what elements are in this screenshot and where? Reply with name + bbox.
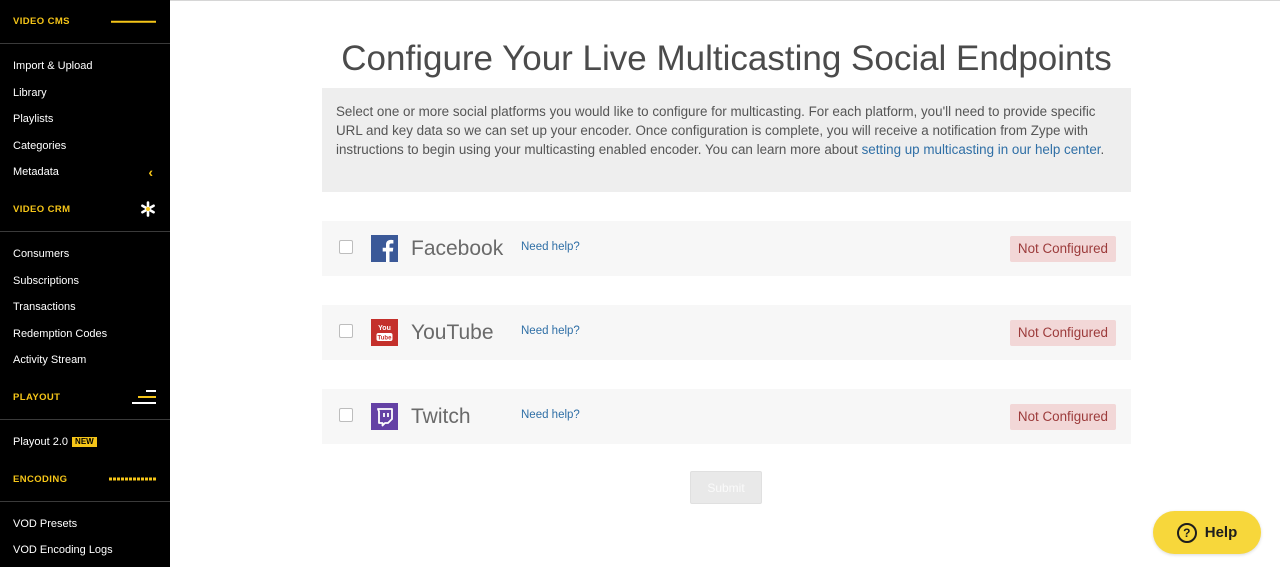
main-content: Configure Your Live Multicasting Social … [170,0,1280,567]
section-title: VIDEO CMS [13,16,70,27]
sidebar-item-vod-encoding-logs[interactable]: VOD Encoding Logs [0,537,170,564]
playout-lines-icon [132,388,156,406]
sidebar-item-import-upload[interactable]: Import & Upload [0,53,170,80]
chevron-left-icon[interactable]: ‹ [148,159,153,186]
sidebar-item-label: Playlists [13,113,54,126]
sidebar-item-activity-stream[interactable]: Activity Stream [0,347,170,374]
platform-name: Facebook [411,237,504,260]
twitch-checkbox[interactable] [339,408,353,422]
platform-name: Twitch [411,405,471,428]
need-help-link[interactable]: Need help? [521,325,580,337]
nav-list-playout: Playout 2.0 NEW [0,420,170,458]
help-center-link[interactable]: setting up multicasting in our help cent… [862,142,1101,157]
help-label: Help [1204,524,1238,541]
help-button[interactable]: ? Help [1153,511,1261,554]
submit-button[interactable]: Submit [690,471,762,504]
sidebar-item-subscriptions[interactable]: Subscriptions [0,268,170,295]
sidebar-item-label: Categories [13,139,67,152]
section-title: ENCODING [13,473,68,485]
sidebar-item-playlists[interactable]: Playlists [0,106,170,133]
sidebar-item-label: Playout 2.0 [13,435,69,448]
grid-icon [109,477,156,481]
section-title: VIDEO CRM [13,203,71,215]
youtube-checkbox[interactable] [339,324,353,338]
sidebar-item-consumers[interactable]: Consumers [0,241,170,268]
sidebar-item-label: Library [13,86,47,99]
sidebar: VIDEO CMS Import & Upload Library Playli… [0,0,170,567]
section-header-video-cms: VIDEO CMS [0,0,170,44]
hamburger-menu-icon[interactable] [111,18,156,25]
sidebar-item-vod-presets[interactable]: VOD Presets [0,511,170,538]
need-help-link[interactable]: Need help? [521,241,580,253]
sidebar-item-label: Metadata [13,166,59,179]
nav-list-encoding: VOD Presets VOD Encoding Logs [0,502,170,566]
sidebar-item-categories[interactable]: Categories [0,133,170,160]
twitch-icon [371,403,398,430]
nav-list-video-crm: Consumers Subscriptions Transactions Red… [0,232,170,376]
sidebar-item-label: Transactions [13,301,76,314]
question-circle-icon: ? [1176,522,1197,543]
sidebar-item-label: Activity Stream [13,354,87,367]
platform-row-youtube: You Tube YouTube Need help? Not Configur… [322,305,1131,360]
svg-text:You: You [378,325,391,332]
youtube-icon: You Tube [371,319,398,346]
section-header-video-crm: VIDEO CRM [0,188,170,232]
status-badge: Not Configured [1009,404,1116,430]
platform-name: YouTube [411,321,494,344]
status-badge: Not Configured [1009,236,1116,262]
sidebar-item-metadata[interactable]: Metadata ‹ [0,159,170,186]
platform-row-facebook: Facebook Need help? Not Configured [322,221,1131,276]
asterisk-icon [140,201,156,218]
new-badge: NEW [72,436,97,447]
intro-end: . [1100,142,1105,157]
nav-list-video-cms: Import & Upload Library Playlists Catego… [0,44,170,188]
section-header-encoding: ENCODING [0,458,170,502]
platform-row-twitch: Twitch Need help? Not Configured [322,389,1131,444]
facebook-icon [371,235,398,262]
section-header-playout: PLAYOUT [0,376,170,420]
intro-panel: Select one or more social platforms you … [322,88,1131,192]
sidebar-item-label: Subscriptions [13,274,80,287]
sidebar-item-transactions[interactable]: Transactions [0,294,170,321]
sidebar-item-redemption-codes[interactable]: Redemption Codes [0,321,170,348]
sidebar-item-label: VOD Encoding Logs [13,544,113,557]
sidebar-item-label: Import & Upload [13,60,93,72]
sidebar-item-playout-2[interactable]: Playout 2.0 NEW [0,429,170,456]
sidebar-item-label: Redemption Codes [13,327,108,340]
sidebar-item-label: VOD Presets [13,517,78,530]
status-badge: Not Configured [1009,320,1116,346]
need-help-link[interactable]: Need help? [521,409,580,421]
section-title: PLAYOUT [13,391,61,403]
sidebar-item-library[interactable]: Library [0,80,170,107]
facebook-checkbox[interactable] [339,240,353,254]
svg-text:Tube: Tube [378,335,393,341]
sidebar-item-label: Consumers [13,247,70,260]
page-title: Configure Your Live Multicasting Social … [341,39,1112,78]
